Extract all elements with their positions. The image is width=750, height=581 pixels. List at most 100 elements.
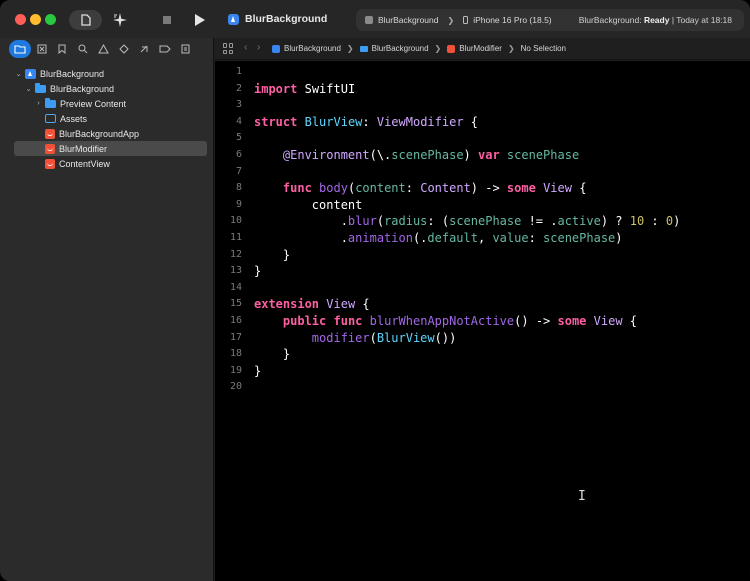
tab-issues[interactable] bbox=[93, 40, 113, 58]
tree-item-label: BlurBackgroundApp bbox=[59, 128, 140, 139]
line-number: 9 bbox=[235, 198, 242, 210]
chevron-right-icon: ❯ bbox=[507, 44, 515, 53]
line-number: 7 bbox=[235, 165, 242, 177]
close-window-button[interactable] bbox=[15, 14, 26, 25]
line-number: 13 bbox=[229, 265, 242, 277]
tab-find[interactable] bbox=[73, 40, 93, 58]
code-line[interactable]: } bbox=[254, 264, 261, 278]
line-number: 14 bbox=[229, 281, 242, 293]
chevron-down-icon[interactable]: ⌄ bbox=[14, 70, 23, 78]
chevron-right-icon: ❯ bbox=[346, 44, 354, 53]
tab-breakpoints[interactable] bbox=[155, 40, 175, 58]
chevron-right-icon[interactable]: › bbox=[34, 100, 43, 107]
project-title-label: BlurBackground bbox=[245, 13, 328, 25]
project-navigator: ⌄ BlurBackground ⌄ BlurBackground › Prev… bbox=[0, 38, 214, 581]
tree-item-blurmodifier[interactable]: BlurModifier bbox=[14, 141, 207, 156]
navigator-toggle-button[interactable] bbox=[69, 10, 102, 30]
tab-reports[interactable] bbox=[175, 40, 195, 58]
breadcrumb-folder[interactable]: BlurBackground bbox=[372, 44, 429, 53]
tree-item-group[interactable]: ⌄ BlurBackground bbox=[14, 81, 207, 96]
run-destination-selector[interactable]: iPhone 16 Pro (18.5) bbox=[463, 15, 552, 25]
line-number: 18 bbox=[229, 348, 242, 360]
back-arrow-icon[interactable]: ‹ bbox=[244, 42, 247, 53]
breadcrumb-project[interactable]: BlurBackground bbox=[284, 44, 341, 53]
activity-view[interactable]: BlurBackground ❯ iPhone 16 Pro (18.5) Bl… bbox=[356, 9, 744, 31]
tree-item-label: BlurBackground bbox=[40, 68, 105, 79]
tree-item-assets[interactable]: Assets bbox=[14, 111, 207, 126]
build-status: BlurBackground: Ready | Today at 18:18 bbox=[579, 15, 732, 25]
breadcrumb: BlurBackground ❯ BlurBackground ❯ BlurMo… bbox=[272, 44, 566, 53]
related-items-grid-icon[interactable] bbox=[223, 43, 234, 54]
code-line[interactable]: } bbox=[254, 248, 290, 262]
breadcrumb-file[interactable]: BlurModifier bbox=[459, 44, 502, 53]
toolbar: BlurBackground BlurBackground ❯ iPhone 1… bbox=[0, 0, 750, 38]
iphone-icon bbox=[463, 16, 469, 24]
line-number: 17 bbox=[229, 331, 242, 343]
code-line[interactable]: func body(content: Content) -> some View… bbox=[254, 181, 587, 195]
forward-arrow-icon[interactable]: › bbox=[257, 42, 260, 53]
source-editor[interactable]: 1 2 3 4 5 6 7 8 9 10 11 12 13 14 15 16 17 18 19 20 import S… bbox=[215, 61, 750, 581]
jump-bar: ‹ › BlurBackground ❯ BlurBackground ❯ Bl… bbox=[215, 38, 750, 60]
swift-file-icon bbox=[447, 44, 456, 53]
stop-icon bbox=[163, 16, 171, 24]
tree-item-preview-content[interactable]: › Preview Content bbox=[14, 96, 207, 111]
tab-tests[interactable] bbox=[114, 40, 134, 58]
tree-item-project[interactable]: ⌄ BlurBackground bbox=[14, 66, 207, 81]
debug-icon bbox=[140, 45, 148, 53]
code-line[interactable]: .animation(.default, value: scenePhase) bbox=[254, 231, 623, 245]
tree-item-label: Preview Content bbox=[60, 98, 127, 109]
scheme-selector[interactable]: BlurBackground ❯ bbox=[365, 15, 463, 25]
code-line[interactable]: .blur(radius: (scenePhase != .active) ? … bbox=[254, 214, 681, 228]
line-number: 19 bbox=[229, 364, 242, 376]
code-line[interactable]: } bbox=[254, 347, 290, 361]
code-line[interactable]: public func blurWhenAppNotActive() -> so… bbox=[254, 314, 637, 328]
line-number: 8 bbox=[235, 182, 242, 194]
app-icon bbox=[228, 13, 239, 25]
run-button[interactable] bbox=[190, 10, 208, 30]
code-line[interactable]: extension View { bbox=[254, 297, 370, 311]
code-line[interactable]: import SwiftUI bbox=[254, 82, 355, 96]
line-number: 3 bbox=[235, 99, 242, 111]
stop-button[interactable] bbox=[158, 10, 176, 30]
tree-item-contentview[interactable]: ContentView bbox=[14, 156, 207, 171]
tree-item-label: Assets bbox=[60, 113, 88, 124]
navigator-tabs bbox=[9, 40, 209, 58]
line-number: 5 bbox=[235, 132, 242, 144]
zoom-window-button[interactable] bbox=[45, 14, 56, 25]
tree-item-label: BlurBackground bbox=[50, 83, 115, 94]
document-icon bbox=[80, 14, 91, 26]
project-title: BlurBackground bbox=[228, 13, 327, 25]
breakpoint-icon bbox=[159, 45, 171, 53]
code-line[interactable]: content bbox=[254, 198, 363, 212]
chevron-right-icon: ❯ bbox=[434, 44, 442, 53]
code-line[interactable]: } bbox=[254, 364, 261, 378]
chevron-down-icon[interactable]: ⌄ bbox=[24, 85, 33, 93]
tree-item-blurbackgroundapp[interactable]: BlurBackgroundApp bbox=[14, 126, 207, 141]
bookmark-icon bbox=[58, 44, 66, 54]
code-line[interactable]: modifier(BlurView()) bbox=[254, 331, 457, 345]
tab-project-navigator[interactable] bbox=[9, 40, 31, 58]
line-number: 15 bbox=[229, 298, 242, 310]
search-icon bbox=[78, 44, 87, 54]
chevron-right-icon: ❯ bbox=[447, 15, 455, 25]
breadcrumb-selection[interactable]: No Selection bbox=[521, 44, 566, 53]
code-line[interactable]: struct BlurView: ViewModifier { bbox=[254, 115, 478, 129]
scheme-app-icon bbox=[365, 16, 373, 24]
xcode-window: BlurBackground BlurBackground ❯ iPhone 1… bbox=[0, 0, 750, 581]
warning-icon bbox=[97, 44, 109, 54]
folder-icon bbox=[14, 45, 26, 54]
tab-source-control[interactable] bbox=[32, 40, 52, 58]
project-icon bbox=[25, 68, 36, 79]
code-line[interactable]: @Environment(\.scenePhase) var scenePhas… bbox=[254, 148, 579, 162]
swift-file-icon bbox=[45, 158, 55, 169]
line-number: 16 bbox=[229, 315, 242, 326]
line-number: 11 bbox=[229, 232, 242, 243]
status-time: | Today at 18:18 bbox=[669, 15, 732, 25]
tab-bookmarks[interactable] bbox=[52, 40, 72, 58]
line-number: 1 bbox=[235, 66, 242, 77]
tab-debug[interactable] bbox=[134, 40, 154, 58]
line-number: 12 bbox=[229, 248, 242, 260]
assets-icon bbox=[45, 114, 56, 123]
minimize-window-button[interactable] bbox=[30, 14, 41, 25]
coding-assistant-button[interactable] bbox=[110, 10, 132, 30]
